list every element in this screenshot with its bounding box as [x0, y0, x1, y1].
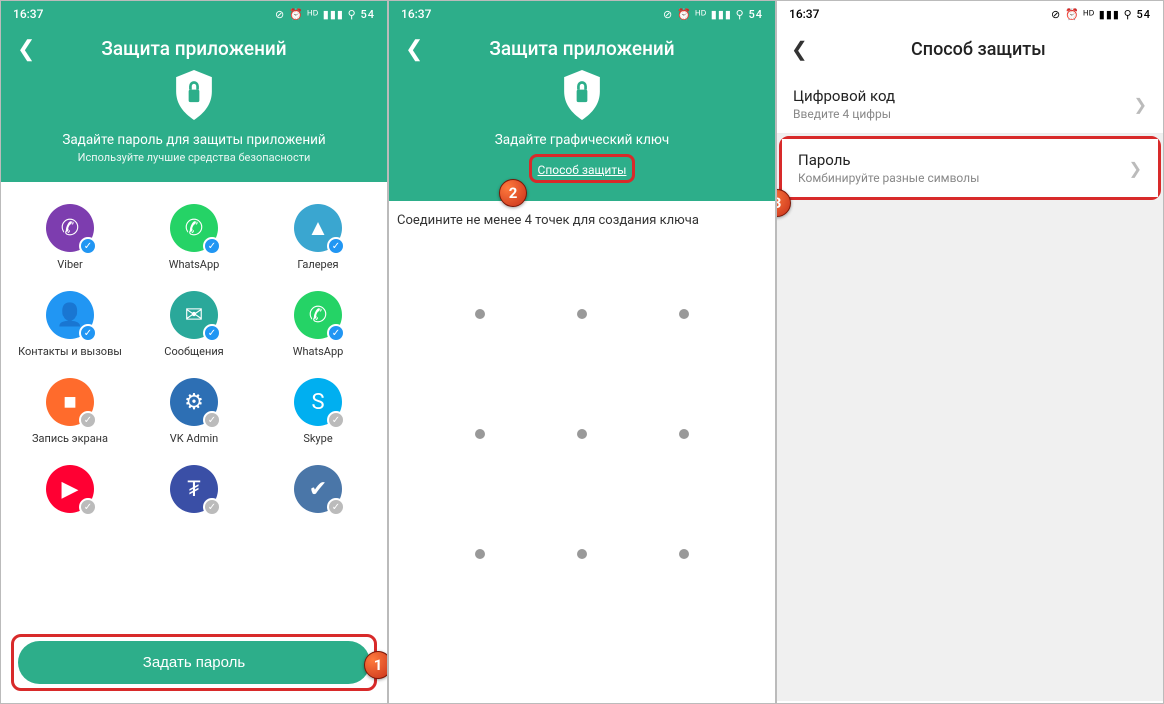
protection-method-highlight: Способ защиты: [529, 154, 636, 183]
panel-app-protection: 16:37 ⊘ ⏰ ᴴᴰ ▮▮▮ ⚲ 54 ❮ Защита приложени…: [0, 0, 388, 704]
pattern-dot[interactable]: [679, 429, 689, 439]
app-item[interactable]: 👤✓ Контакты и вызовы: [11, 291, 129, 358]
set-password-highlight: Задать пароль: [11, 634, 377, 691]
pattern-dot[interactable]: [577, 549, 587, 559]
app-icon: ✆✓: [46, 204, 94, 252]
app-icon: ▶✓: [46, 465, 94, 513]
protection-method-link[interactable]: Способ защиты: [538, 163, 627, 177]
check-badge-icon: ✓: [327, 411, 345, 429]
app-item[interactable]: ✆✓ WhatsApp: [259, 291, 377, 358]
app-label: Галерея: [297, 258, 338, 271]
list-body: Цифровой код Введите 4 цифры ❯ Пароль Ко…: [777, 75, 1163, 701]
pattern-dot[interactable]: [475, 309, 485, 319]
shield-lock-icon: [172, 70, 216, 120]
pattern-dot[interactable]: [475, 429, 485, 439]
app-item[interactable]: ■✓ Запись экрана: [11, 378, 129, 445]
check-badge-icon: ✓: [327, 237, 345, 255]
app-item[interactable]: S✓ Skype: [259, 378, 377, 445]
app-icon: ₮✓: [170, 465, 218, 513]
back-icon[interactable]: ❮: [405, 37, 423, 62]
check-badge-icon: ✓: [79, 237, 97, 255]
app-label: Skype: [303, 432, 332, 445]
check-badge-icon: ✓: [203, 237, 221, 255]
status-icons: ⊘ ⏰ ᴴᴰ ▮▮▮ ⚲ 54: [1051, 8, 1151, 21]
subtitle: Задайте пароль для защиты приложений: [1, 132, 387, 148]
app-icon: ✆✓: [170, 204, 218, 252]
app-label: WhatsApp: [293, 345, 344, 358]
panel-method: 16:37 ⊘ ⏰ ᴴᴰ ▮▮▮ ⚲ 54 ❮ Способ защиты Ци…: [776, 0, 1164, 704]
option-subtitle: Введите 4 цифры: [793, 107, 895, 121]
step-badge-1: 1: [364, 651, 388, 679]
app-item[interactable]: ₮✓: [135, 465, 253, 519]
option-subtitle: Комбинируйте разные символы: [798, 171, 979, 185]
pattern-dot[interactable]: [577, 309, 587, 319]
app-icon: ▲✓: [294, 204, 342, 252]
app-icon: ✉✓: [170, 291, 218, 339]
check-badge-icon: ✓: [203, 411, 221, 429]
check-badge-icon: ✓: [79, 411, 97, 429]
app-icon: S✓: [294, 378, 342, 426]
app-label: Сообщения: [164, 345, 223, 358]
app-icon: ✆✓: [294, 291, 342, 339]
app-label: Контакты и вызовы: [18, 345, 122, 358]
app-label: WhatsApp: [169, 258, 220, 271]
shield-lock-icon: [560, 70, 604, 120]
app-item[interactable]: ✉✓ Сообщения: [135, 291, 253, 358]
app-icon: ✔✓: [294, 465, 342, 513]
page-title: Защита приложений: [1, 27, 387, 60]
page-title: Защита приложений: [389, 27, 775, 60]
back-icon[interactable]: ❮: [17, 37, 35, 62]
app-item[interactable]: ✔✓: [259, 465, 377, 519]
subtitle: Задайте графический ключ: [389, 132, 775, 148]
app-item[interactable]: ✆✓ Viber: [11, 204, 129, 271]
option-digit-code[interactable]: Цифровой код Введите 4 цифры ❯: [777, 75, 1163, 134]
set-password-button[interactable]: Задать пароль: [18, 641, 370, 684]
pattern-grid[interactable]: [389, 234, 775, 634]
pattern-dot[interactable]: [679, 309, 689, 319]
option-title: Пароль: [798, 151, 979, 169]
check-badge-icon: ✓: [327, 498, 345, 516]
check-badge-icon: ✓: [79, 498, 97, 516]
apps-grid: ✆✓ Viber ✆✓ WhatsApp ▲✓ Галерея 👤✓ Контакты и в…: [1, 182, 387, 529]
pattern-instruction: Соедините не менее 4 точек для создания …: [389, 201, 775, 234]
status-time: 16:37: [13, 7, 43, 21]
app-item[interactable]: ⚙✓ VK Admin: [135, 378, 253, 445]
option-title: Цифровой код: [793, 87, 895, 105]
panel-pattern: 16:37 ⊘ ⏰ ᴴᴰ ▮▮▮ ⚲ 54 ❮ Защита приложени…: [388, 0, 776, 704]
check-badge-icon: ✓: [327, 324, 345, 342]
check-badge-icon: ✓: [203, 498, 221, 516]
status-bar: 16:37 ⊘ ⏰ ᴴᴰ ▮▮▮ ⚲ 54: [1, 1, 387, 27]
app-item[interactable]: ▶✓: [11, 465, 129, 519]
app-icon: ⚙✓: [170, 378, 218, 426]
chevron-right-icon: ❯: [1134, 95, 1147, 114]
pattern-dot[interactable]: [475, 549, 485, 559]
chevron-right-icon: ❯: [1129, 159, 1142, 178]
app-icon: 👤✓: [46, 291, 94, 339]
status-bar: 16:37 ⊘ ⏰ ᴴᴰ ▮▮▮ ⚲ 54: [777, 1, 1163, 27]
pattern-dot[interactable]: [577, 429, 587, 439]
app-label: VK Admin: [170, 432, 218, 445]
password-option-highlight: Пароль Комбинируйте разные символы ❯: [779, 136, 1161, 200]
back-icon[interactable]: ❮: [791, 37, 808, 61]
status-time: 16:37: [401, 7, 431, 21]
status-time: 16:37: [789, 7, 819, 21]
app-label: Viber: [57, 258, 82, 271]
header: ❮ Защита приложений Задайте пароль для з…: [1, 27, 387, 182]
app-item[interactable]: ▲✓ Галерея: [259, 204, 377, 271]
status-icons: ⊘ ⏰ ᴴᴰ ▮▮▮ ⚲ 54: [275, 8, 375, 21]
app-label: Запись экрана: [32, 432, 108, 445]
header: ❮ Способ защиты: [777, 27, 1163, 75]
check-badge-icon: ✓: [79, 324, 97, 342]
status-bar: 16:37 ⊘ ⏰ ᴴᴰ ▮▮▮ ⚲ 54: [389, 1, 775, 27]
option-password[interactable]: Пароль Комбинируйте разные символы ❯: [782, 139, 1158, 197]
app-icon: ■✓: [46, 378, 94, 426]
pattern-dot[interactable]: [679, 549, 689, 559]
check-badge-icon: ✓: [203, 324, 221, 342]
app-item[interactable]: ✆✓ WhatsApp: [135, 204, 253, 271]
step-badge-2: 2: [499, 179, 527, 207]
header: ❮ Защита приложений Задайте графический …: [389, 27, 775, 201]
subtitle-secondary: Используйте лучшие средства безопасности: [1, 151, 387, 164]
page-title: Способ защиты: [808, 39, 1149, 60]
status-icons: ⊘ ⏰ ᴴᴰ ▮▮▮ ⚲ 54: [663, 8, 763, 21]
